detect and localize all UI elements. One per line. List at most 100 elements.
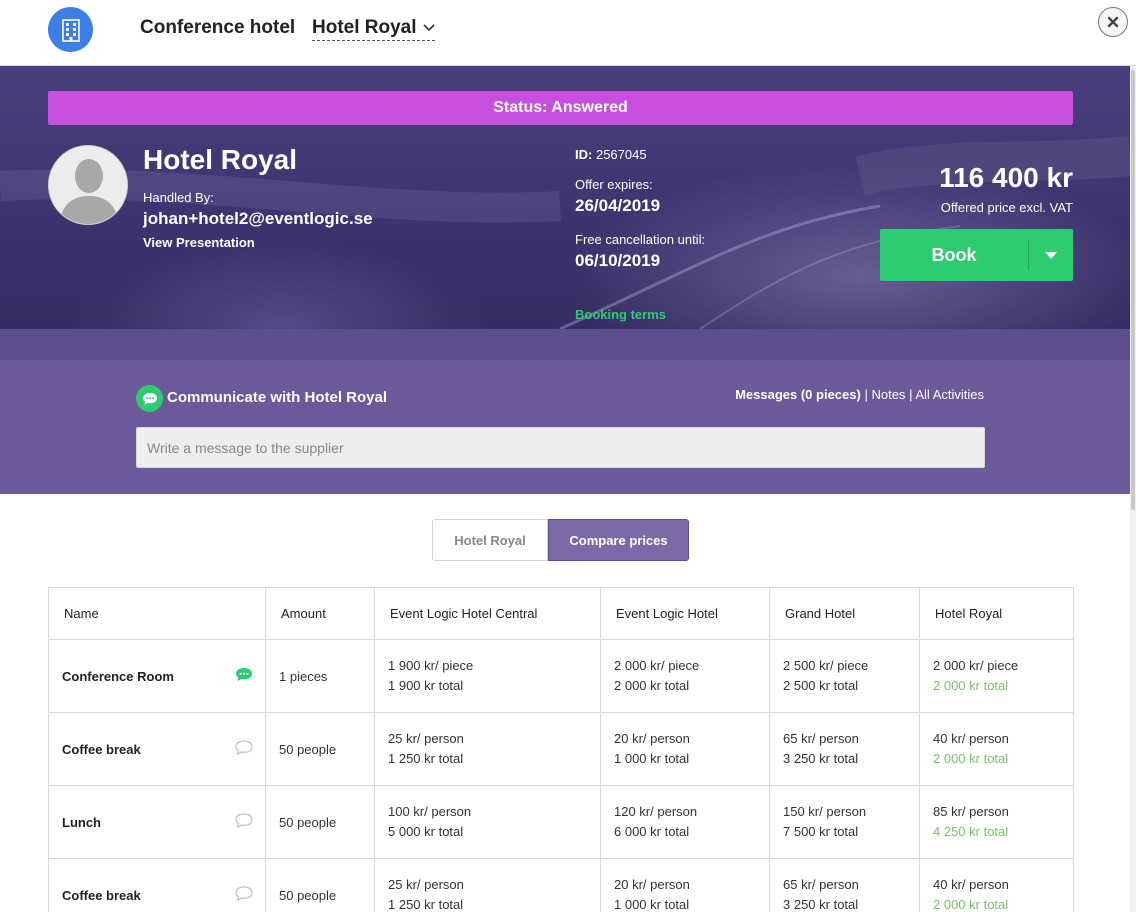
price-cell: 1 900 kr/ piece 1 900 kr total: [374, 639, 601, 713]
row-amount: 50 people: [265, 712, 375, 786]
hotel-name: Hotel Royal: [143, 144, 298, 175]
price-cell: 2 500 kr/ piece 2 500 kr total: [769, 639, 920, 713]
status-badge: Status: Answered: [48, 91, 1073, 125]
caret-down-icon: [1045, 251, 1057, 259]
offer-hero: Status: Answered Hotel Royal Handled By:…: [0, 66, 1130, 329]
price-cell: 40 kr/ person 2 000 kr total: [919, 712, 1074, 786]
comment-outline-icon[interactable]: [235, 740, 253, 758]
top-bar: Conference hotel Hotel Royal: [0, 0, 1136, 66]
column-header: Hotel Royal: [919, 587, 1074, 640]
book-dropdown-toggle[interactable]: [1029, 251, 1073, 259]
hotel-building-icon: [48, 7, 93, 52]
notes-link[interactable]: Notes: [871, 387, 905, 402]
hero-bottom-band: [0, 329, 1130, 360]
link-separator: |: [909, 387, 913, 402]
person-silhouette-icon: [49, 146, 127, 224]
table-row: Coffee break 50 people 25 kr/ person 1 25…: [48, 712, 1074, 786]
unit-price: 25 kr/ person: [388, 731, 464, 746]
hotel-select[interactable]: Hotel Royal: [312, 17, 435, 41]
table-row: Lunch 50 people 100 kr/ person 5 000 kr t…: [48, 785, 1074, 859]
communicate-title: Communicate with Hotel Royal: [167, 389, 388, 406]
unit-price: 2 000 kr/ piece: [933, 658, 1019, 673]
column-header: Name: [48, 587, 266, 640]
handled-by-email: johan+hotel2@eventlogic.se: [143, 209, 373, 228]
comment-filled-icon[interactable]: [235, 667, 253, 685]
all-activities-link[interactable]: All Activities: [915, 387, 984, 402]
tab-compare-prices[interactable]: Compare prices: [548, 519, 689, 561]
total-price: 4 250 kr total: [933, 824, 1009, 839]
row-name-cell: Lunch: [48, 785, 266, 859]
total-price: 1 000 kr total: [614, 751, 690, 766]
total-price: 1 000 kr total: [614, 897, 690, 912]
total-price: 1 900 kr total: [388, 678, 464, 693]
row-name-cell: Coffee break: [48, 858, 266, 912]
communicate-section: Communicate with Hotel Royal Messages (0…: [0, 360, 1130, 494]
unit-price: 20 kr/ person: [614, 731, 690, 746]
table-row: Coffee break 50 people 25 kr/ person 1 25…: [48, 858, 1074, 912]
unit-price: 1 900 kr/ piece: [388, 658, 474, 673]
message-input[interactable]: [136, 427, 985, 468]
unit-price: 2 500 kr/ piece: [783, 658, 869, 673]
communicate-links: Messages (0 pieces) | Notes | All Activi…: [735, 387, 984, 402]
free-cancel-label: Free cancellation until:: [575, 232, 706, 247]
price-cell: 150 kr/ person 7 500 kr total: [769, 785, 920, 859]
price-cell: 25 kr/ person 1 250 kr total: [374, 858, 601, 912]
unit-price: 65 kr/ person: [783, 877, 859, 892]
column-header: Grand Hotel: [769, 587, 920, 640]
row-name: Lunch: [62, 814, 101, 830]
view-toggle: Hotel Royal Compare prices: [432, 519, 689, 561]
book-button-label: Book: [931, 244, 977, 265]
unit-price: 150 kr/ person: [783, 804, 867, 819]
row-name-cell: Conference Room: [48, 639, 266, 713]
table-header-row: Name Amount Event Logic Hotel Central Ev…: [48, 587, 1074, 640]
column-header: Event Logic Hotel Central: [374, 587, 601, 640]
close-icon: [1107, 16, 1119, 28]
unit-price: 65 kr/ person: [783, 731, 859, 746]
unit-price: 40 kr/ person: [933, 731, 1009, 746]
total-price: 2 000 kr total: [933, 751, 1009, 766]
avatar: [48, 145, 128, 225]
tab-hotel-royal[interactable]: Hotel Royal: [432, 519, 548, 561]
unit-price: 85 kr/ person: [933, 804, 1009, 819]
comment-outline-icon[interactable]: [235, 813, 253, 831]
price-cell: 120 kr/ person 6 000 kr total: [600, 785, 770, 859]
scrollbar-thumb[interactable]: [1131, 70, 1135, 510]
total-price: 5 000 kr total: [388, 824, 464, 839]
unit-price: 20 kr/ person: [614, 877, 690, 892]
unit-price: 120 kr/ person: [614, 804, 698, 819]
price-cell: 65 kr/ person 3 250 kr total: [769, 858, 920, 912]
page-title: Conference hotel: [140, 17, 296, 38]
offered-price: 116 400 kr: [939, 162, 1073, 193]
free-cancel-value: 06/10/2019: [575, 251, 661, 270]
price-cell: 100 kr/ person 5 000 kr total: [374, 785, 601, 859]
total-price: 2 000 kr total: [614, 678, 690, 693]
compare-prices-table: Name Amount Event Logic Hotel Central Ev…: [48, 587, 1074, 912]
price-cell: 65 kr/ person 3 250 kr total: [769, 712, 920, 786]
offer-expires-value: 26/04/2019: [575, 196, 661, 215]
total-price: 3 250 kr total: [783, 751, 859, 766]
price-cell: 40 kr/ person 2 000 kr total: [919, 858, 1074, 912]
hotel-select-label: Hotel Royal: [312, 17, 417, 38]
booking-terms-link[interactable]: Booking terms: [575, 307, 666, 322]
book-button[interactable]: Book: [880, 229, 1073, 281]
offer-expires-label: Offer expires:: [575, 177, 653, 192]
view-presentation-link[interactable]: View Presentation: [143, 235, 255, 250]
unit-price: 25 kr/ person: [388, 877, 464, 892]
total-price: 2 500 kr total: [783, 678, 859, 693]
row-name: Conference Room: [62, 668, 174, 684]
comment-outline-icon[interactable]: [235, 886, 253, 904]
row-name: Coffee break: [62, 741, 141, 757]
handled-by-label: Handled By:: [143, 190, 214, 205]
chevron-down-icon: [422, 24, 435, 32]
total-price: 1 250 kr total: [388, 897, 464, 912]
unit-price: 40 kr/ person: [933, 877, 1009, 892]
price-cell: 2 000 kr/ piece 2 000 kr total: [919, 639, 1074, 713]
row-amount: 1 pieces: [265, 639, 375, 713]
column-header: Amount: [265, 587, 375, 640]
total-price: 2 000 kr total: [933, 897, 1009, 912]
price-cell: 20 kr/ person 1 000 kr total: [600, 858, 770, 912]
close-button[interactable]: [1098, 7, 1128, 37]
row-amount: 50 people: [265, 858, 375, 912]
link-separator: |: [864, 387, 868, 402]
messages-link[interactable]: Messages (0 pieces): [735, 387, 861, 402]
